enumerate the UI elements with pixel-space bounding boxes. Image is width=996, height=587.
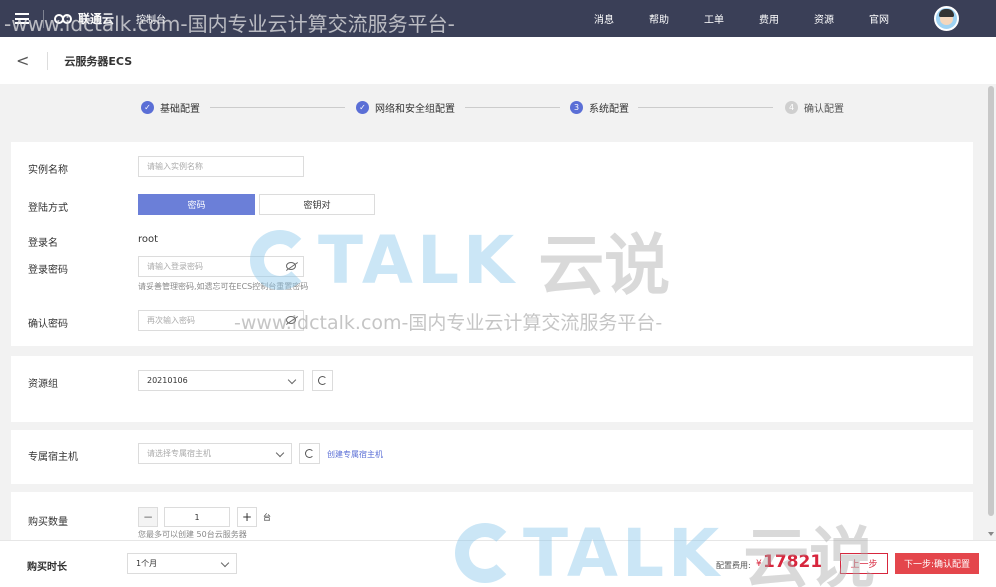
step-basic-config: ✓ 基础配置 xyxy=(141,100,200,115)
purchase-duration-label: 购买时长 xyxy=(27,562,67,573)
refresh-resource-group-button[interactable] xyxy=(312,370,333,391)
login-method-password-button[interactable]: 密码 xyxy=(138,194,255,215)
scroll-down-arrow-icon[interactable] xyxy=(988,532,994,536)
confirm-password-label: 确认密码 xyxy=(28,319,68,330)
step-network-security: ✓ 网络和安全组配置 xyxy=(356,100,455,115)
nav-messages[interactable]: 消息 xyxy=(594,11,614,26)
watermark-circle-icon xyxy=(455,523,515,583)
watermark-logo-cn: 云说 xyxy=(743,520,876,587)
quantity-unit: 台 xyxy=(263,513,271,522)
nav-billing[interactable]: 费用 xyxy=(759,11,779,26)
chevron-down-icon xyxy=(220,558,230,568)
login-password-label: 登录密码 xyxy=(28,265,68,276)
watermark-logo-letters: TALK xyxy=(523,514,724,587)
step-label: 系统配置 xyxy=(589,104,629,115)
instance-name-input[interactable]: 请输入实例名称 xyxy=(138,156,304,177)
back-arrow-icon[interactable]: < xyxy=(16,51,29,70)
nav-official-site[interactable]: 官网 xyxy=(869,11,889,26)
refresh-icon xyxy=(318,376,327,385)
login-method-label: 登陆方式 xyxy=(28,203,68,214)
resource-group-label: 资源组 xyxy=(28,379,58,390)
step-connector xyxy=(638,107,773,108)
watermark-circle-icon xyxy=(250,230,310,290)
nav-help[interactable]: 帮助 xyxy=(649,11,669,26)
watermark-logo-letters: TALK xyxy=(318,221,519,299)
watermark-logo: TALK 云说 xyxy=(250,212,670,308)
purchase-duration-value: 1个月 xyxy=(136,559,158,568)
nav-tickets[interactable]: 工单 xyxy=(704,11,724,26)
watermark-logo-bottom: TALK 云说 xyxy=(455,505,875,587)
quantity-plus-button[interactable]: + xyxy=(237,507,257,527)
scrollbar-thumb[interactable] xyxy=(988,86,994,516)
purchase-duration-select[interactable]: 1个月 xyxy=(127,553,237,574)
watermark-text-top: -www.idctalk.com-国内专业云计算交流服务平台- xyxy=(4,12,455,36)
confirm-password-placeholder: 再次输入密码 xyxy=(147,316,195,325)
dedicated-host-card: 专属宿主机 请选择专属宿主机 创建专属宿主机 xyxy=(11,430,973,484)
refresh-icon xyxy=(305,449,314,458)
next-step-button[interactable]: 下一步:确认配置 xyxy=(895,553,979,574)
quantity-minus-button[interactable]: − xyxy=(138,507,158,527)
nav-links: 消息 帮助 工单 费用 资源 官网 xyxy=(594,0,924,37)
dedicated-host-placeholder: 请选择专属宿主机 xyxy=(147,449,211,458)
instance-name-label: 实例名称 xyxy=(28,165,68,176)
wizard-steps: ✓ 基础配置 ✓ 网络和安全组配置 3 系统配置 4 确认配置 xyxy=(0,92,996,122)
check-icon: ✓ xyxy=(356,101,369,114)
resource-group-card: 资源组 20210106 xyxy=(11,356,973,422)
check-icon: ✓ xyxy=(141,101,154,114)
watermark-text-middle: -www.idctalk.com-国内专业云计算交流服务平台- xyxy=(234,312,663,334)
resource-group-select[interactable]: 20210106 xyxy=(138,370,304,391)
dedicated-host-label: 专属宿主机 xyxy=(28,452,78,463)
step-connector xyxy=(210,107,345,108)
login-password-placeholder: 请输入登录密码 xyxy=(147,262,203,271)
step-label: 网络和安全组配置 xyxy=(375,104,455,115)
chevron-down-icon xyxy=(287,375,297,385)
refresh-dedicated-host-button[interactable] xyxy=(299,443,320,464)
nav-resources[interactable]: 资源 xyxy=(814,11,834,26)
step-number-icon: 3 xyxy=(570,101,583,114)
step-label: 确认配置 xyxy=(804,104,844,115)
header-divider xyxy=(47,51,49,70)
login-name-value: root xyxy=(138,234,159,245)
watermark-logo-cn: 云说 xyxy=(538,227,671,304)
create-dedicated-host-link[interactable]: 创建专属宿主机 xyxy=(327,449,383,460)
quantity-hint: 您最多可以创建 50台云服务器 xyxy=(138,530,247,539)
step-system-config: 3 系统配置 xyxy=(570,100,629,115)
step-connector xyxy=(465,107,560,108)
dedicated-host-select[interactable]: 请选择专属宿主机 xyxy=(138,443,292,464)
page-scrollbar[interactable] xyxy=(986,84,996,540)
page-title: 云服务器ECS xyxy=(64,54,133,68)
quantity-input[interactable]: 1 xyxy=(164,507,230,527)
user-avatar[interactable] xyxy=(934,6,959,31)
step-label: 基础配置 xyxy=(160,104,200,115)
chevron-down-icon xyxy=(275,448,285,458)
resource-group-value: 20210106 xyxy=(147,376,188,385)
page-header: < 云服务器ECS xyxy=(0,37,996,84)
step-number-icon: 4 xyxy=(785,101,798,114)
step-confirm-config: 4 确认配置 xyxy=(785,100,844,115)
login-name-label: 登录名 xyxy=(28,238,58,249)
quantity-label: 购买数量 xyxy=(28,517,68,528)
